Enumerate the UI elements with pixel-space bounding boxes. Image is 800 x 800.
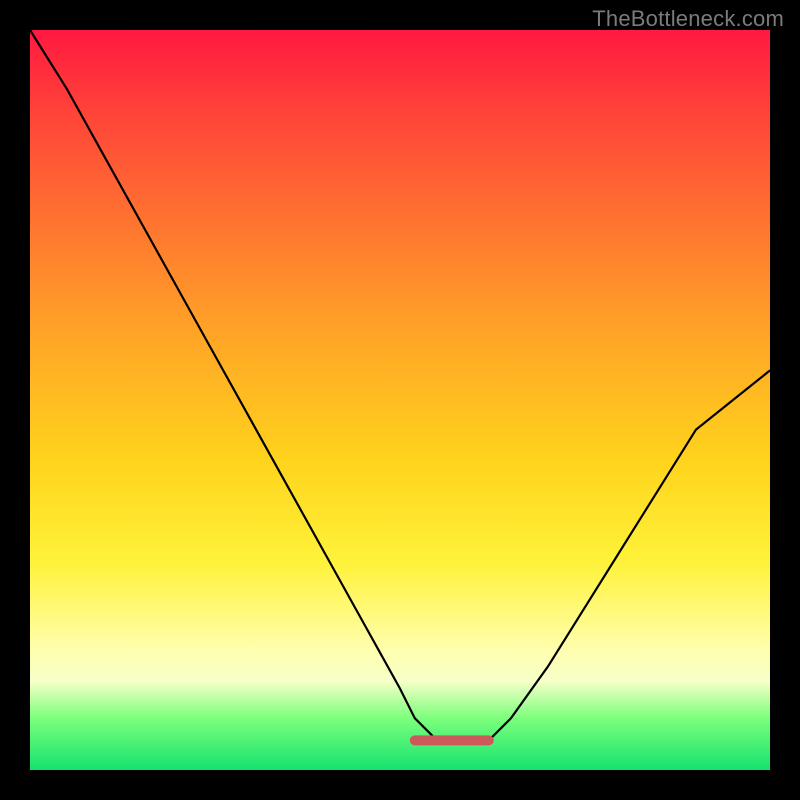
plot-area [30,30,770,770]
bottleneck-curve [30,30,770,740]
curve-path [30,30,770,740]
curve-svg [30,30,770,770]
watermark-text: TheBottleneck.com [592,6,784,32]
chart-stage: TheBottleneck.com [0,0,800,800]
